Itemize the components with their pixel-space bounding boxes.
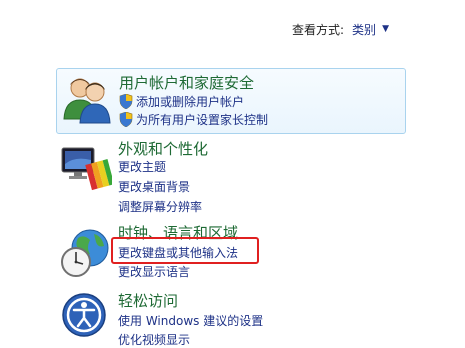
category-user-accounts: 用户帐户和家庭安全 添加或删除用户帐户 为所有用户设置家长控制	[56, 68, 406, 134]
link-label: 为所有用户设置家长控制	[136, 113, 269, 127]
link-recommended-settings[interactable]: 使用 Windows 建议的设置	[118, 312, 263, 329]
category-title[interactable]: 外观和个性化	[118, 138, 208, 159]
link-parental-controls[interactable]: 为所有用户设置家长控制	[119, 111, 268, 128]
link-optimize-display[interactable]: 优化视频显示	[118, 331, 190, 348]
link-label: 添加或删除用户帐户	[136, 95, 245, 109]
category-title[interactable]: 轻松访问	[118, 290, 178, 311]
category-ease-of-access: 轻松访问 使用 Windows 建议的设置 优化视频显示	[56, 289, 404, 348]
appearance-icon	[61, 147, 112, 191]
link-add-remove-accounts[interactable]: 添加或删除用户帐户	[119, 93, 244, 110]
link-change-background[interactable]: 更改桌面背景	[118, 178, 190, 195]
uac-shield-icon	[119, 94, 133, 109]
category-appearance: 外观和个性化 更改主题 更改桌面背景 调整屏幕分辨率	[56, 138, 404, 218]
link-change-theme[interactable]: 更改主题	[118, 158, 166, 175]
view-by-label: 查看方式:	[292, 22, 345, 37]
clock-globe-icon	[61, 229, 109, 277]
dropdown-arrow-icon[interactable]: ▼	[382, 24, 389, 34]
view-by-control: 查看方式: 类别 ▼	[292, 20, 389, 38]
category-title[interactable]: 用户帐户和家庭安全	[119, 72, 254, 93]
link-screen-resolution[interactable]: 调整屏幕分辨率	[118, 198, 202, 215]
users-icon	[63, 78, 111, 124]
link-change-display-language[interactable]: 更改显示语言	[118, 263, 190, 280]
ease-of-access-icon	[62, 293, 106, 337]
uac-shield-icon	[119, 112, 133, 127]
annotation-highlight-box	[111, 237, 259, 264]
view-by-dropdown[interactable]: 类别	[352, 21, 376, 38]
